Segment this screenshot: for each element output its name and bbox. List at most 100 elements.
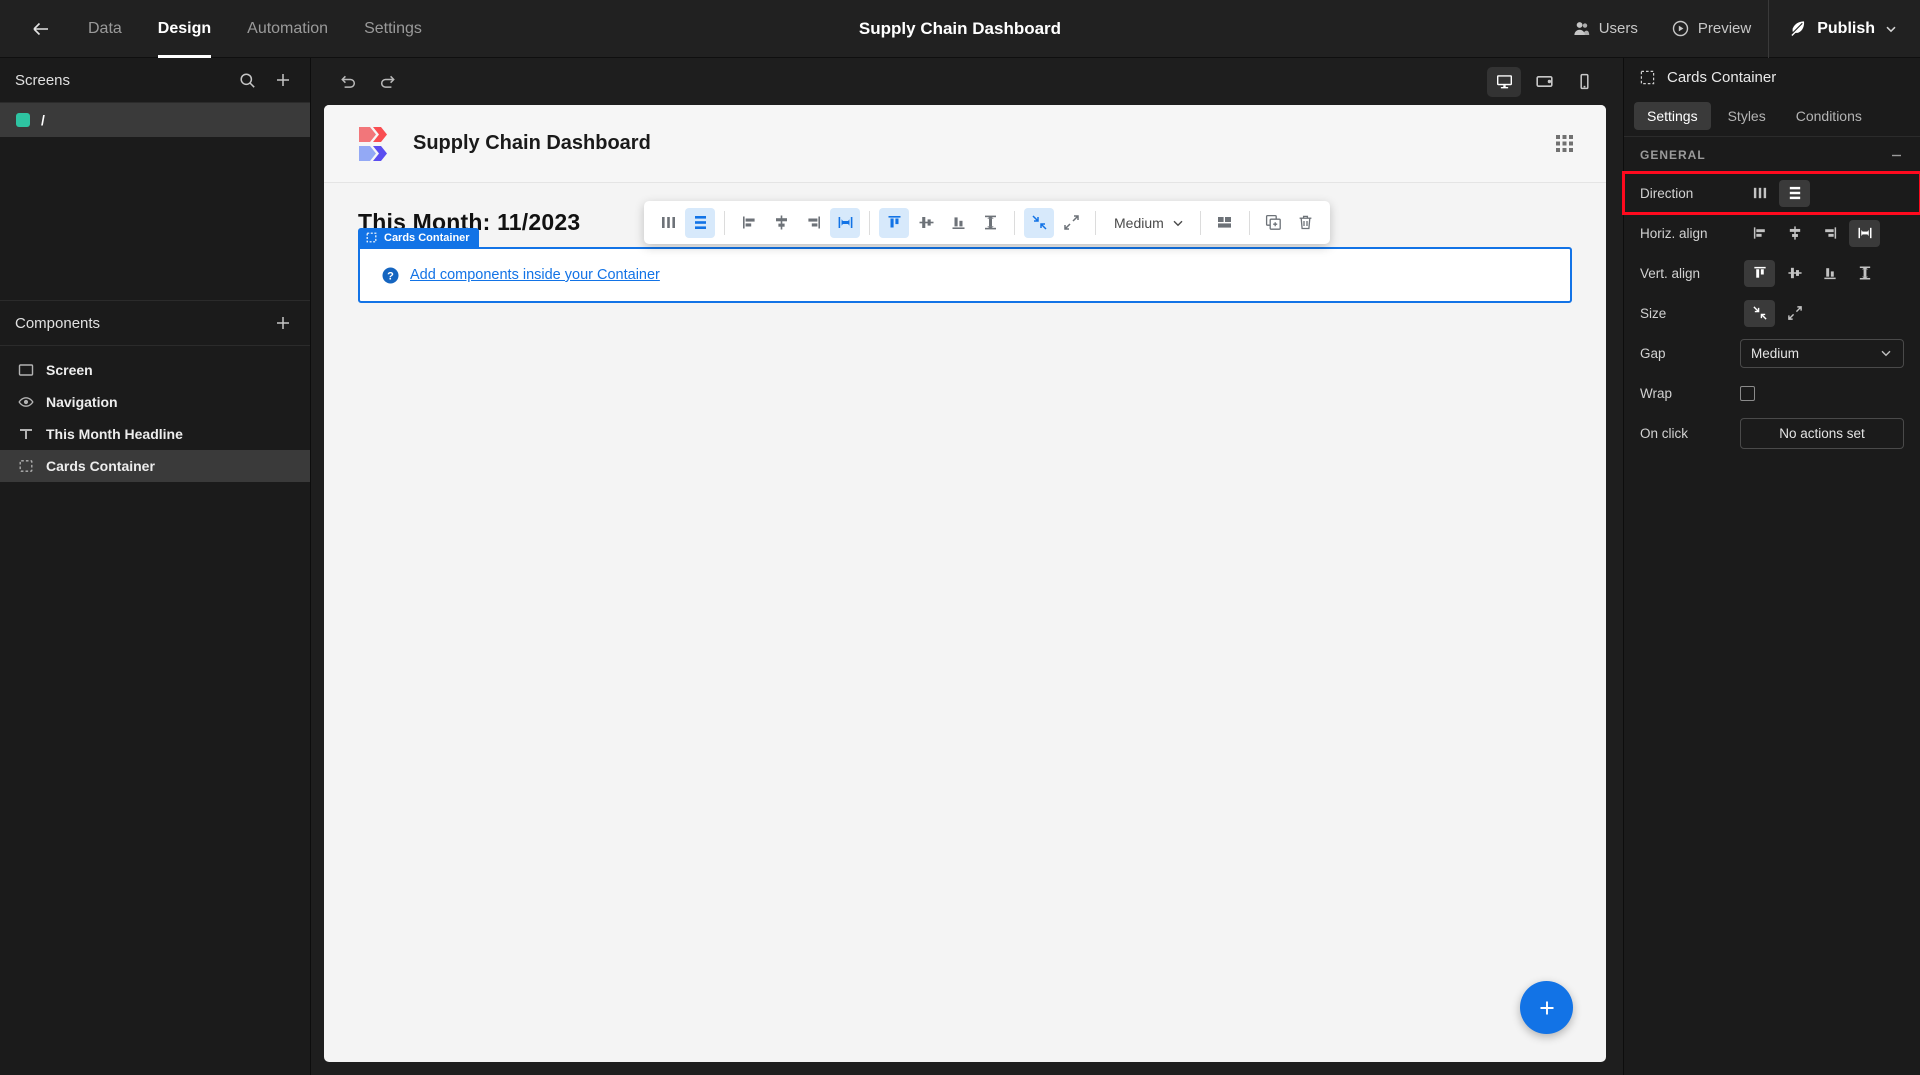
- search-icon[interactable]: [236, 69, 258, 91]
- size-expand-icon[interactable]: [1056, 208, 1086, 238]
- add-components-link[interactable]: Add components inside your Container: [410, 267, 660, 283]
- component-item-screen[interactable]: Screen: [0, 354, 310, 386]
- selected-element-title: Cards Container: [1667, 68, 1777, 86]
- gap-row: Gap Medium: [1624, 333, 1920, 373]
- valign-bottom-icon[interactable]: [1814, 260, 1845, 287]
- on-click-label: On click: [1640, 425, 1689, 441]
- direction-column-icon[interactable]: [1744, 180, 1775, 207]
- minus-icon[interactable]: [1889, 148, 1904, 163]
- preview-button[interactable]: Preview: [1655, 0, 1768, 58]
- align-left-icon[interactable]: [734, 208, 764, 238]
- valign-stretch-icon[interactable]: [1849, 260, 1880, 287]
- nav-item-data[interactable]: Data: [70, 0, 140, 58]
- tab-settings[interactable]: Settings: [1634, 102, 1711, 130]
- components-title: Components: [15, 314, 101, 332]
- valign-bottom-icon[interactable]: [943, 208, 973, 238]
- add-component-icon[interactable]: [272, 312, 294, 334]
- top-bar: Data Design Automation Settings Supply C…: [0, 0, 1920, 58]
- element-toolbar: Medium: [644, 201, 1330, 244]
- canvas-page-title: Supply Chain Dashboard: [413, 132, 651, 154]
- size-expand-icon[interactable]: [1779, 300, 1810, 327]
- size-shrink-icon[interactable]: [1024, 207, 1054, 238]
- publish-slash-icon: [1789, 19, 1808, 38]
- layout-icon[interactable]: [1210, 208, 1240, 238]
- publish-label: Publish: [1817, 19, 1875, 37]
- device-mobile-button[interactable]: [1567, 67, 1601, 97]
- preview-label: Preview: [1697, 20, 1752, 37]
- right-panel-header: Cards Container: [1624, 58, 1920, 96]
- question-circle-icon: ?: [382, 267, 399, 284]
- tab-label: Styles: [1727, 108, 1766, 124]
- valign-middle-icon[interactable]: [1779, 260, 1810, 287]
- mobile-icon: [1575, 72, 1594, 91]
- trash-icon[interactable]: [1291, 208, 1321, 238]
- publish-button[interactable]: Publish: [1769, 0, 1920, 58]
- cards-container[interactable]: ? Add components inside your Container: [358, 247, 1572, 303]
- size-shrink-icon[interactable]: [1744, 299, 1775, 327]
- device-tablet-button[interactable]: [1527, 67, 1561, 97]
- redo-button[interactable]: [373, 67, 403, 97]
- container-icon: [17, 458, 34, 475]
- valign-top-icon[interactable]: [1744, 259, 1775, 287]
- brand-logo-icon: [358, 125, 398, 163]
- container-icon: [1640, 70, 1655, 85]
- screen-status-dot: [16, 113, 30, 127]
- direction-row-icon[interactable]: [1779, 179, 1810, 207]
- gap-select[interactable]: Medium: [1105, 208, 1191, 238]
- wrap-checkbox[interactable]: [1740, 385, 1755, 401]
- gap-value: Medium: [1114, 214, 1164, 231]
- gap-select[interactable]: Medium: [1740, 338, 1904, 368]
- screens-header: Screens: [0, 58, 310, 102]
- redo-icon: [378, 72, 398, 92]
- duplicate-icon[interactable]: [1259, 208, 1289, 238]
- component-item-cards-container[interactable]: Cards Container: [0, 450, 310, 482]
- valign-middle-icon[interactable]: [911, 208, 941, 238]
- align-center-icon[interactable]: [766, 208, 796, 238]
- grid-dots-icon[interactable]: [1555, 134, 1574, 153]
- left-sidebar: Screens / Components Screen Navigation T…: [0, 58, 311, 1075]
- align-space-between-icon[interactable]: [830, 207, 860, 238]
- users-icon: [1573, 20, 1590, 37]
- align-left-icon[interactable]: [1744, 220, 1775, 247]
- align-space-between-icon[interactable]: [1849, 219, 1880, 247]
- undo-icon: [338, 72, 358, 92]
- toolbar-separator: [1095, 210, 1096, 235]
- component-item-this-month-headline[interactable]: This Month Headline: [0, 418, 310, 450]
- screen-path-label: /: [41, 112, 45, 128]
- align-center-icon[interactable]: [1779, 220, 1810, 247]
- nav-item-automation[interactable]: Automation: [229, 0, 346, 58]
- component-item-navigation[interactable]: Navigation: [0, 386, 310, 418]
- align-right-icon[interactable]: [1814, 220, 1845, 247]
- valign-top-icon[interactable]: [879, 207, 909, 238]
- add-screen-icon[interactable]: [272, 69, 294, 91]
- design-canvas[interactable]: Supply Chain Dashboard This Month: 11/20…: [324, 105, 1606, 1062]
- arrow-left-icon: [30, 18, 52, 40]
- nav-item-settings[interactable]: Settings: [346, 0, 440, 58]
- device-toggle-group: [1487, 66, 1601, 97]
- size-label: Size: [1640, 305, 1667, 321]
- canvas-toolbar: [311, 58, 1623, 105]
- chevron-down-icon: [1884, 22, 1898, 36]
- direction-column-icon[interactable]: [653, 208, 683, 238]
- gap-label: Gap: [1640, 345, 1666, 361]
- add-component-fab[interactable]: [1520, 981, 1573, 1034]
- tab-conditions[interactable]: Conditions: [1783, 102, 1875, 130]
- device-desktop-button[interactable]: [1487, 66, 1521, 97]
- align-right-icon[interactable]: [798, 208, 828, 238]
- direction-row-icon[interactable]: [685, 207, 715, 238]
- on-click-action-button[interactable]: No actions set: [1740, 417, 1904, 449]
- size-options: [1744, 299, 1810, 327]
- users-button[interactable]: Users: [1556, 0, 1655, 58]
- nav-item-design[interactable]: Design: [140, 0, 229, 58]
- page-header: Supply Chain Dashboard: [324, 105, 1606, 183]
- toolbar-separator: [1014, 210, 1015, 235]
- valign-stretch-icon[interactable]: [975, 208, 1005, 238]
- selection-badge[interactable]: Cards Container: [358, 228, 479, 247]
- undo-button[interactable]: [333, 67, 363, 97]
- back-button[interactable]: [18, 6, 64, 52]
- tab-styles[interactable]: Styles: [1715, 102, 1779, 130]
- empty-state: ? Add components inside your Container: [382, 267, 660, 284]
- screens-title: Screens: [15, 71, 71, 89]
- component-label: Screen: [46, 362, 93, 378]
- sidebar-item-screen-root[interactable]: /: [0, 103, 310, 137]
